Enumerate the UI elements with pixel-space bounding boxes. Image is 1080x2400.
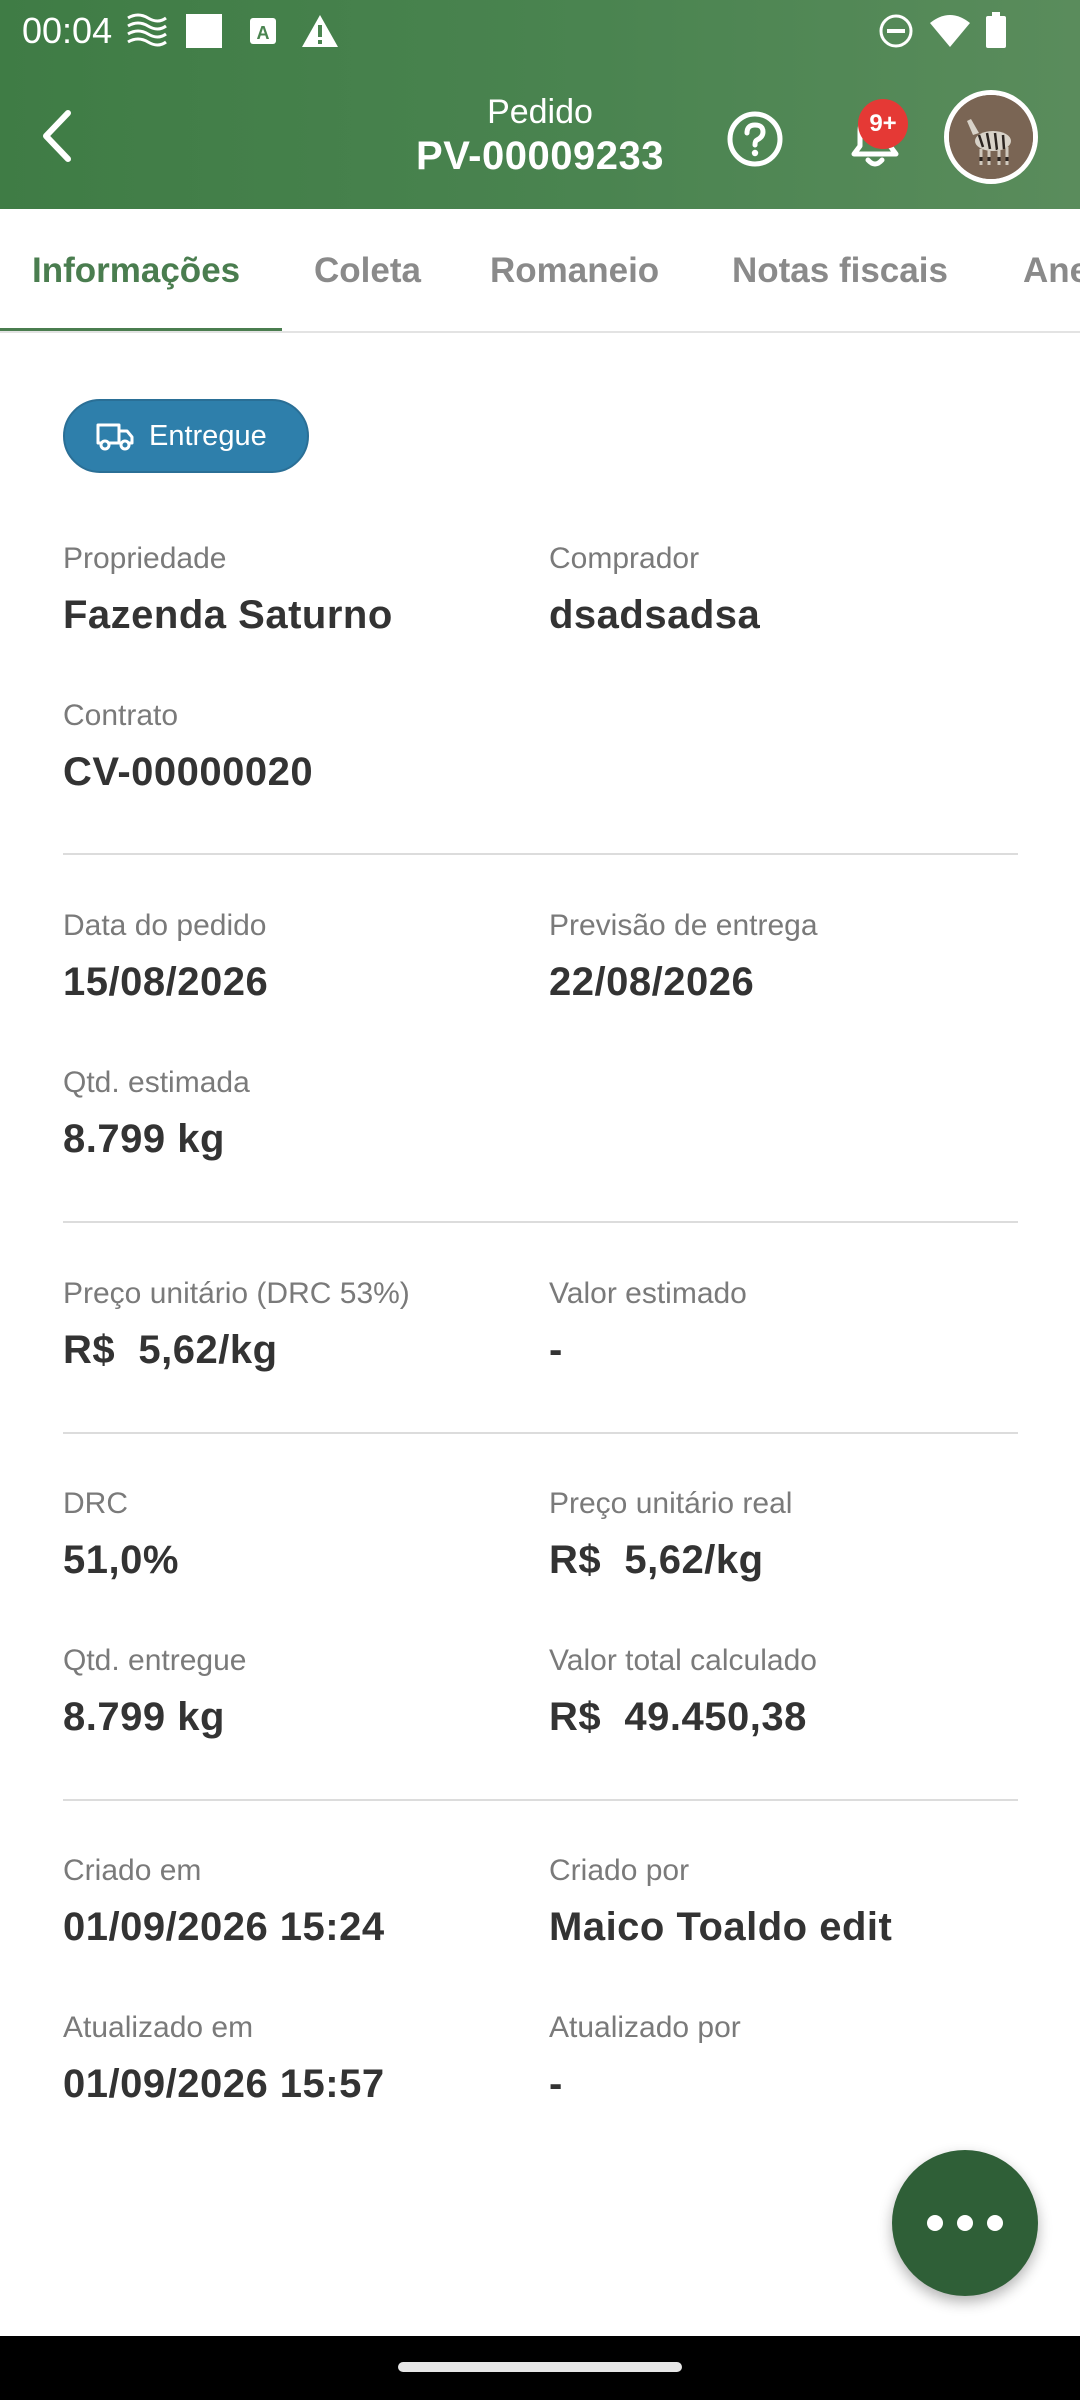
more-actions-button[interactable] [892,2150,1038,2296]
tab-notas-fiscais[interactable]: Notas fiscais [732,209,948,331]
app-bar: Pedido PV-00009233 9+ [0,62,1080,209]
tab-informacoes[interactable]: Informações [32,209,240,331]
field-value: - [549,1328,563,1372]
field-value: 8.799 kg [63,1117,225,1161]
status-time: 00:04 [22,10,113,51]
field-value: 22/08/2026 [549,960,755,1004]
field-label: Criado em [63,1854,202,1887]
field-criado-por: Criado por Maico Toaldo edit [549,1852,1009,1952]
field-value: - [549,2062,563,2106]
field-label: Valor total calculado [549,1644,817,1677]
field-value: 01/09/2026 15:24 [63,1905,385,1949]
field-value: 15/08/2026 [63,960,269,1004]
network-icon [126,12,168,50]
field-data-pedido: Data do pedido 15/08/2026 [63,907,523,1007]
notification-badge: 9+ [858,99,908,149]
field-value: R$ 5,62/kg [549,1538,764,1582]
divider [63,853,1018,855]
field-label: DRC [63,1487,128,1520]
field-label: Atualizado por [549,2011,741,2044]
field-atualizado-por: Atualizado por - [549,2009,1009,2109]
field-value: R$ 49.450,38 [549,1695,807,1739]
field-valor-total: Valor total calculado R$ 49.450,38 [549,1642,1009,1742]
page-title-label: Pedido [487,93,593,131]
home-gesture-handle[interactable] [398,2362,682,2372]
truck-icon [96,423,134,451]
field-value: dsadsadsa [549,593,761,637]
field-label: Propriedade [63,542,227,575]
chevron-left-icon [43,110,71,162]
field-preco-unitario-real: Preço unitário real R$ 5,62/kg [549,1485,1009,1585]
status-badge-label: Entregue [149,419,267,452]
order-number: PV-00009233 [416,134,664,178]
field-label: Preço unitário real [549,1487,793,1520]
field-label: Comprador [549,542,700,575]
field-qtd-entregue: Qtd. entregue 8.799 kg [63,1642,523,1742]
status-badge: Entregue [63,399,309,473]
field-criado-em: Criado em 01/09/2026 15:24 [63,1852,523,1952]
status-bar: 00:04 A [0,0,1080,62]
field-value: 01/09/2026 15:57 [63,2062,385,2106]
field-value: CV-00000020 [63,750,314,794]
field-label: Criado por [549,1854,690,1887]
field-previsao-entrega: Previsão de entrega 22/08/2026 [549,907,1009,1007]
square-icon [184,12,224,50]
field-label: Previsão de entrega [549,909,818,942]
svg-text:A: A [257,23,270,43]
field-valor-estimado: Valor estimado - [549,1275,1009,1375]
back-button[interactable] [22,100,94,172]
field-label: Atualizado em [63,2011,254,2044]
zebra-avatar-icon [949,95,1033,179]
field-comprador: Comprador dsadsadsa [549,540,1009,640]
app-header: 00:04 A Pedido PV-00009233 9+ [0,0,1080,209]
field-contrato: Contrato CV-00000020 [63,697,523,797]
active-tab-indicator [0,328,282,331]
field-value: Maico Toaldo edit [549,1905,893,1949]
divider [63,1799,1018,1801]
field-qtd-estimada: Qtd. estimada 8.799 kg [63,1064,523,1164]
field-value: Fazenda Saturno [63,593,393,637]
help-icon [727,111,783,167]
field-propriedade: Propriedade Fazenda Saturno [63,540,523,640]
field-preco-unitario: Preço unitário (DRC 53%) R$ 5,62/kg [63,1275,523,1375]
field-label: Valor estimado [549,1277,747,1310]
field-label: Qtd. estimada [63,1066,250,1099]
field-label: Contrato [63,699,179,732]
field-drc: DRC 51,0% [63,1485,523,1585]
system-nav-bar [0,2336,1080,2400]
wifi-icon [928,12,972,50]
more-horizontal-icon [920,2215,1010,2231]
avatar[interactable] [944,90,1038,184]
field-label: Preço unitário (DRC 53%) [63,1277,410,1310]
field-atualizado-em: Atualizado em 01/09/2026 15:57 [63,2009,523,2109]
battery-icon [984,12,1008,50]
divider [63,1432,1018,1434]
tab-coleta[interactable]: Coleta [314,209,421,331]
divider [63,1221,1018,1223]
tab-anexos[interactable]: Anexos [1023,209,1080,331]
tab-bar: Informações Coleta Romaneio Notas fiscai… [0,209,1080,333]
warning-icon [300,12,340,50]
field-value: 51,0% [63,1538,179,1582]
page-title: Pedido PV-00009233 [340,92,740,180]
field-value: 8.799 kg [63,1695,225,1739]
field-label: Data do pedido [63,909,267,942]
do-not-disturb-icon [878,12,914,50]
tab-romaneio[interactable]: Romaneio [490,209,659,331]
keyboard-a-icon: A [248,12,278,50]
field-value: R$ 5,62/kg [63,1328,278,1372]
help-button[interactable] [722,106,788,172]
field-label: Qtd. entregue [63,1644,247,1677]
